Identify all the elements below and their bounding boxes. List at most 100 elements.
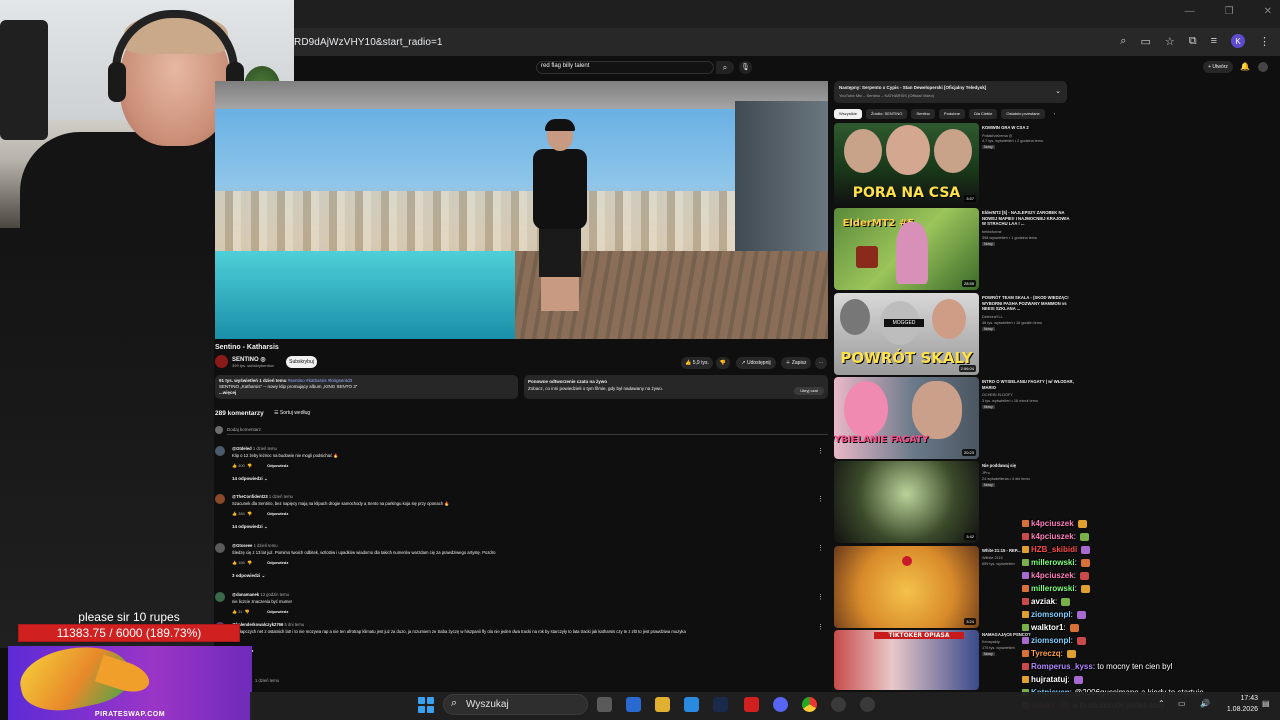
video-title[interactable]: INTRO O WYSIELANIU FAGATY | w/ WŁODAR, M… [982,379,1074,390]
mail-icon[interactable] [626,697,641,712]
chat-username[interactable]: ziomsonpl [1031,636,1071,645]
comment-menu-icon[interactable]: ⋮ [817,447,824,455]
video-channel[interactable]: Kenspakty [982,640,1000,644]
chat-username[interactable]: Tyreczq [1031,649,1061,658]
video-thumbnail[interactable]: 3:24 [834,546,979,628]
subscribe-button[interactable]: Subskrybuj [286,356,317,368]
hide-chat-button[interactable]: Ukryj czat [794,387,824,395]
video-thumbnail[interactable]: TIKTOKER OPIASA [834,630,979,690]
video-title[interactable]: ElderMT2 [5] - NAJLEPSZY ZAROBEK NA NOWE… [982,210,1074,227]
commenter-avatar[interactable] [215,494,225,504]
create-button[interactable]: + Utwórz [1203,61,1233,73]
task-view-icon[interactable] [597,697,612,712]
reply-button[interactable]: Odpowiedz [267,463,288,468]
notification-bell-icon[interactable]: 🔔 [1240,62,1250,71]
comment-menu-icon[interactable]: ⋮ [817,593,824,601]
commenter-avatar[interactable] [215,543,225,553]
taskbar-time[interactable]: 17:43 [1222,695,1258,702]
taskbar-date[interactable]: 1.08.2026 [1218,706,1258,713]
chevron-right-icon[interactable]: › [1049,109,1060,119]
chat-username[interactable]: millerowski [1031,558,1075,567]
steam-icon[interactable] [713,697,728,712]
microphone-icon[interactable]: 🎙 [739,61,752,74]
description-more-link[interactable]: ...więcej [219,390,514,396]
video-channel[interactable]: bebiwforme [982,230,1002,234]
volume-icon[interactable]: 🔊 [1200,699,1210,708]
chat-username[interactable]: millerowski [1031,584,1075,593]
commenter-avatar[interactable] [215,592,225,602]
description-tags[interactable]: #sentino #katharsis #kingsentd3 [288,378,352,383]
discord-icon[interactable] [773,697,788,712]
reply-button[interactable]: Odpowiedz [267,511,288,516]
channel-avatar[interactable] [215,355,228,368]
chat-username[interactable]: avziak [1031,597,1055,606]
chat-username[interactable]: HZB_skibidi [1031,545,1077,554]
view-replies-button[interactable]: 3 odpowiedzi ⌄ [232,573,265,579]
chip-for-you[interactable]: Dla Ciebie [968,109,998,119]
commenter-avatar[interactable] [215,446,225,456]
zoom-icon[interactable]: ⌕ [1120,35,1126,48]
video-title[interactable]: KOMWIN GRA W CSA 2 [982,125,1074,131]
obs-icon[interactable] [831,697,846,712]
comment-menu-icon[interactable]: ⋮ [817,544,824,552]
comment-menu-icon[interactable]: ⋮ [817,623,824,631]
reply-button[interactable]: Odpowiedz [267,609,288,614]
sort-comments-button[interactable]: ☰ Sortuj według [274,410,310,416]
chat-username[interactable]: k4pciuszek [1031,519,1074,528]
video-channel[interactable]: OCHEBI ELDOFY [982,393,1013,397]
view-replies-button[interactable]: 14 odpowiedzi ⌄ [232,476,268,482]
channel-name[interactable]: SENTINO ◎ [232,356,266,363]
video-channel[interactable]: JPro [982,471,990,475]
video-thumbnail[interactable]: MOGGED POWRÓT SKALY 2:56:04 [834,293,979,375]
video-channel[interactable]: DzieloraYLL [982,315,1003,319]
comment-like-button[interactable]: 👍 384 👎 [232,511,252,516]
chat-username[interactable]: k4pciuszek [1031,532,1074,541]
recommended-video[interactable]: ElderMT2 #5 28:59 ElderMT2 [5] - NAJLEPS… [834,208,1074,290]
chip-all[interactable]: Wszystkie [834,109,862,119]
reply-button[interactable]: Odpowiedz [267,560,288,565]
recommended-video[interactable]: WYBIELANIE FAGATY 20:23 INTRO O WYSIELAN… [834,377,1074,459]
chip-source[interactable]: Źródło: SENTINO [866,109,908,119]
chip-sentino[interactable]: Sentino [911,109,935,119]
video-title[interactable]: Nie poddawaj się [982,463,1074,469]
video-thumbnail[interactable]: WYBIELANIE FAGATY 20:23 [834,377,979,459]
search-icon[interactable]: ⌕ [716,61,734,74]
video-thumbnail[interactable]: PORA NA CSA 3:57 [834,123,979,205]
recommended-video[interactable]: PORA NA CSA 3:57 KOMWIN GRA W CSA 2 Poll… [834,123,1074,205]
store-icon[interactable] [684,697,699,712]
network-icon[interactable]: ▭ [1178,699,1186,708]
comment-menu-icon[interactable]: ⋮ [817,495,824,503]
chat-username[interactable]: hujratatuj [1031,675,1067,684]
video-channel[interactable]: Wilhite 2115 [982,556,1003,560]
taskbar-search-box[interactable] [443,694,588,715]
like-button[interactable]: 👍 5,9 tys. [681,357,713,369]
comment-like-button[interactable]: 👍 400 👎 [232,463,252,468]
profile-avatar[interactable]: K [1231,34,1245,48]
video-title[interactable]: POWRÓT TEAM SKALA - (SKOD WIEDZĄC! WYBOR… [982,295,1074,312]
youtube-search-input[interactable]: red flag billy talent [541,63,589,69]
video-player[interactable] [215,81,828,339]
bookmark-star-icon[interactable]: ☆ [1165,35,1175,48]
obs-second-icon[interactable] [860,697,875,712]
video-thumbnail[interactable]: 3:42 [834,461,979,543]
video-description[interactable]: 91 tys. wyświetleń 1 dzień temu #sentino… [215,375,518,399]
taskbar-search-label[interactable]: Wyszukaj [466,699,509,710]
add-comment-input[interactable]: Dodaj komentarz [227,427,261,432]
recommended-video[interactable]: MOGGED POWRÓT SKALY 2:56:04 POWRÓT TEAM … [834,293,1074,375]
chat-username[interactable]: k4pciuszek [1031,571,1074,580]
notifications-icon[interactable]: ▤ [1262,699,1270,708]
next-up-panel[interactable]: Następny: Serpento x Cypis - Stan Dewelo… [834,81,1067,103]
cast-icon[interactable]: ▭ [1140,35,1150,48]
dislike-icon[interactable]: 👎 [716,357,730,369]
save-button[interactable]: ＋ Zapisz [781,357,811,369]
close-icon[interactable]: ✕ [1264,6,1272,17]
minimize-icon[interactable]: — [1185,6,1195,17]
url-text[interactable]: RD9dAjWzVHY10&start_radio=1 [294,37,443,48]
tray-chevron-icon[interactable]: ⌃ [1158,699,1165,708]
extensions-icon[interactable]: ⧉ [1189,35,1197,48]
chip-recent[interactable]: Ostatnio przesłane [1001,109,1045,119]
view-replies-button[interactable]: 14 odpowiedzi ⌄ [232,524,268,530]
share-button[interactable]: ↗ Udostępnij [736,357,776,369]
chip-similar[interactable]: Podobne [938,109,965,119]
comment-like-button[interactable]: 👍 166 👎 [232,560,252,565]
